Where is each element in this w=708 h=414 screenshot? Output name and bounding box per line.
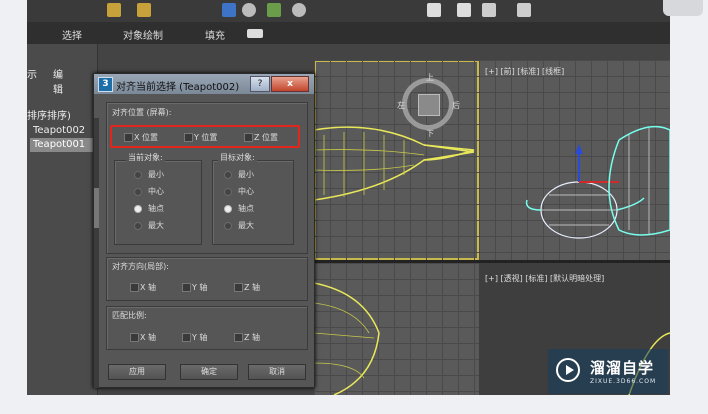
scale-y-label[interactable]: Y 轴: [192, 332, 207, 343]
target-max-label[interactable]: 最大: [238, 220, 254, 231]
viewport-top[interactable]: [314, 60, 479, 260]
viewcube-label-bottom[interactable]: 下: [426, 128, 434, 139]
list-item-selected[interactable]: Teapot001: [30, 138, 95, 152]
current-min-radio[interactable]: [134, 171, 142, 179]
list-item[interactable]: Teapot002: [30, 124, 95, 138]
command-panel: 示 编辑 排序排序) Teapot002 Teapot001: [27, 44, 98, 395]
align-orientation-label: 对齐方向(局部):: [112, 262, 169, 271]
target-pivot-radio[interactable]: [224, 205, 232, 213]
play-logo-icon: [556, 358, 580, 382]
apply-button[interactable]: 应用: [108, 364, 166, 380]
menu-item-populate[interactable]: 填充: [205, 27, 225, 42]
orient-y-label[interactable]: Y 轴: [192, 282, 207, 293]
watermark: 溜溜自学 ZIXUE.3D66.COM: [548, 349, 668, 394]
curve-editor-icon[interactable]: [517, 3, 531, 17]
current-max-label[interactable]: 最大: [148, 220, 164, 231]
close-button[interactable]: x: [271, 76, 309, 92]
mirror-icon[interactable]: [427, 3, 441, 17]
watermark-title: 溜溜自学: [590, 359, 655, 377]
cancel-button[interactable]: 取消: [248, 364, 306, 380]
select-tool-icon[interactable]: [222, 3, 236, 17]
dialog-titlebar[interactable]: 3 对齐当前选择 (Teapot002) ? x: [94, 74, 314, 94]
layer-icon[interactable]: [482, 3, 496, 17]
help-button[interactable]: ?: [250, 76, 270, 92]
current-object-label: 当前对象:: [126, 152, 165, 163]
viewcube-label-top[interactable]: 上: [426, 72, 434, 83]
menu-item-select[interactable]: 选择: [62, 27, 82, 42]
current-min-label[interactable]: 最小: [148, 169, 164, 180]
align-dialog: 3 对齐当前选择 (Teapot002) ? x 对齐位置 (屏幕): X 位置…: [93, 73, 315, 388]
tab-display[interactable]: 示: [27, 66, 37, 81]
align-position-label: 对齐位置 (屏幕):: [112, 108, 172, 117]
current-pivot-label[interactable]: 轴点: [148, 203, 164, 214]
ok-button[interactable]: 确定: [180, 364, 238, 380]
redo-icon[interactable]: [137, 3, 151, 17]
scale-z-checkbox[interactable]: [234, 333, 243, 342]
tab-edit[interactable]: 编辑: [53, 66, 63, 96]
target-center-radio[interactable]: [224, 188, 232, 196]
orient-x-checkbox[interactable]: [130, 283, 139, 292]
target-max-radio[interactable]: [224, 222, 232, 230]
highlight-box: [110, 125, 300, 148]
align-icon[interactable]: [457, 3, 471, 17]
scale-y-checkbox[interactable]: [182, 333, 191, 342]
viewcube-icon[interactable]: [402, 78, 454, 130]
display-dropdown-icon[interactable]: [247, 29, 263, 38]
viewcube-face[interactable]: [418, 94, 440, 116]
orient-z-checkbox[interactable]: [234, 283, 243, 292]
target-center-label[interactable]: 中心: [238, 186, 254, 197]
target-min-label[interactable]: 最小: [238, 169, 254, 180]
orient-z-label[interactable]: Z 轴: [244, 282, 260, 293]
target-min-radio[interactable]: [224, 171, 232, 179]
sort-header[interactable]: 排序排序): [27, 107, 71, 122]
menu-bar: 选择 对象绘制 填充: [27, 22, 670, 44]
scale-x-label[interactable]: X 轴: [140, 332, 156, 343]
undo-icon[interactable]: [107, 3, 121, 17]
match-scale-label: 匹配比例:: [112, 311, 147, 320]
dialog-title: 对齐当前选择 (Teapot002): [116, 82, 240, 93]
current-pivot-radio[interactable]: [134, 205, 142, 213]
snap-icon[interactable]: [292, 3, 306, 17]
scale-z-label[interactable]: Z 轴: [244, 332, 260, 343]
teapot-wireframe-icon: [314, 126, 475, 201]
watermark-url: ZIXUE.3D66.COM: [590, 378, 657, 385]
app-icon: 3: [98, 77, 113, 92]
scale-tool-icon[interactable]: [267, 3, 281, 17]
viewport-front[interactable]: [+] [前] [标准] [线框]: [479, 60, 670, 260]
current-max-radio[interactable]: [134, 222, 142, 230]
orient-y-checkbox[interactable]: [182, 283, 191, 292]
current-center-radio[interactable]: [134, 188, 142, 196]
viewcube-label-right[interactable]: 后: [452, 100, 460, 111]
scale-x-checkbox[interactable]: [130, 333, 139, 342]
target-pivot-label[interactable]: 轴点: [238, 203, 254, 214]
viewport-left[interactable]: [314, 263, 479, 395]
menu-item-object-paint[interactable]: 对象绘制: [123, 27, 163, 42]
viewcube-label-left[interactable]: 左: [397, 100, 405, 111]
corner-decoration: [663, 0, 703, 16]
target-object-label: 目标对象:: [218, 152, 257, 163]
main-toolbar: [27, 0, 670, 22]
orient-x-label[interactable]: X 轴: [140, 282, 156, 293]
current-center-label[interactable]: 中心: [148, 186, 164, 197]
dialog-scrollbar[interactable]: [94, 118, 99, 388]
teapot-left-icon: [314, 282, 380, 395]
rotate-tool-icon[interactable]: [242, 3, 256, 17]
scrollbar-thumb[interactable]: [94, 188, 99, 228]
teapot-front-icon: [525, 125, 670, 239]
